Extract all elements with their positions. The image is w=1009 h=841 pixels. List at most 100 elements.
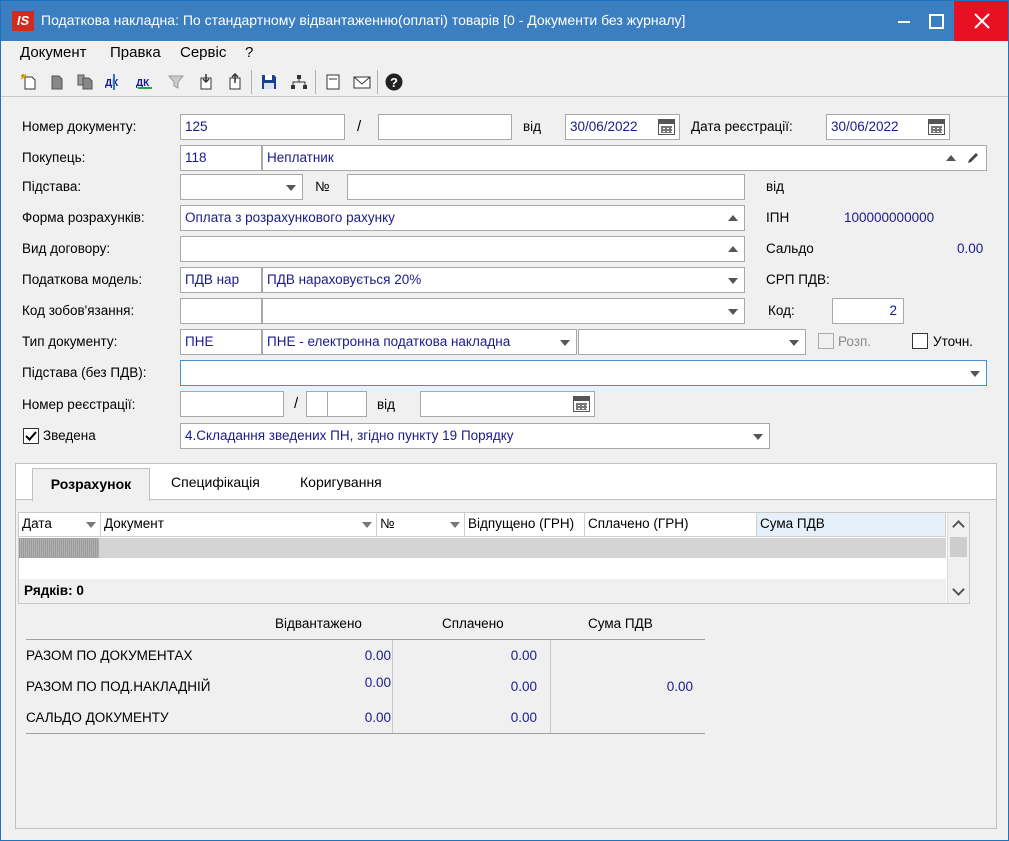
- doc-type-code-input[interactable]: ПНЕ: [180, 329, 262, 355]
- tax-model-code-input[interactable]: ПДВ нар: [180, 267, 262, 293]
- checkmark-icon: [25, 431, 37, 441]
- basis-no-vat-select[interactable]: [180, 360, 987, 386]
- sort-arrow-icon[interactable]: [86, 522, 96, 528]
- row-selector-cell[interactable]: [19, 538, 99, 558]
- scroll-down-icon[interactable]: [952, 583, 965, 596]
- utoch-checkbox[interactable]: [912, 333, 928, 349]
- save-icon: [262, 75, 276, 89]
- scroll-thumb[interactable]: [950, 537, 967, 557]
- column-header-document[interactable]: Документ: [101, 513, 377, 537]
- doc-number-slash: /: [357, 118, 362, 135]
- sort-arrow-icon[interactable]: [450, 522, 460, 528]
- tabs-panel: Розрахунок Специфікація Коригування Дата…: [15, 463, 997, 829]
- column-header-number[interactable]: №: [377, 513, 465, 537]
- basis-no-vat-label: Підстава (без ПДВ):: [22, 365, 147, 380]
- copy-doc2-button[interactable]: [73, 70, 97, 94]
- doc-number-label: Номер документу:: [22, 119, 137, 134]
- dk-button[interactable]: ДК: [101, 70, 125, 94]
- tab-specification[interactable]: Специфікація: [171, 474, 260, 490]
- obligation-label: Код зобов'язання:: [22, 303, 135, 318]
- tax-model-select[interactable]: ПДВ нараховується 20%: [262, 267, 745, 293]
- menu-help[interactable]: ?: [245, 44, 253, 61]
- contract-type-input[interactable]: [180, 236, 745, 262]
- reg-number-part2-input[interactable]: [306, 391, 328, 417]
- close-button[interactable]: [954, 1, 1008, 41]
- calendar-icon[interactable]: [573, 396, 590, 412]
- buyer-name-input[interactable]: Неплатник: [262, 145, 987, 171]
- toolbar-separator: [315, 70, 316, 94]
- expand-up-icon[interactable]: [728, 215, 738, 221]
- chevron-down-icon[interactable]: [753, 434, 763, 440]
- basis-no-input[interactable]: [347, 174, 745, 200]
- app-logo-icon: IS: [12, 11, 34, 31]
- column-header-shipped[interactable]: Відпущено (ГРН): [465, 513, 585, 537]
- chevron-down-icon[interactable]: [728, 309, 738, 315]
- menu-service[interactable]: Сервіс: [180, 44, 226, 61]
- reg-number-input[interactable]: [180, 391, 284, 417]
- expand-up-icon[interactable]: [946, 155, 956, 161]
- scroll-up-icon[interactable]: [952, 520, 965, 533]
- column-header-paid[interactable]: Сплачено (ГРН): [585, 513, 757, 537]
- save-button[interactable]: [257, 70, 281, 94]
- srp-label: СРП ПДВ:: [766, 272, 830, 287]
- tab-correction[interactable]: Коригування: [300, 474, 382, 490]
- doc-date-input[interactable]: 30/06/2022: [565, 114, 680, 140]
- new-doc-button[interactable]: [17, 70, 41, 94]
- basis-label: Підстава:: [22, 179, 82, 194]
- import-button[interactable]: [194, 70, 218, 94]
- totals-column-divider: [392, 640, 393, 734]
- column-header-vat[interactable]: Сума ПДВ: [757, 513, 946, 537]
- rozp-checkbox[interactable]: [818, 333, 834, 349]
- reg-number-date-input[interactable]: [420, 391, 595, 417]
- toolbar-separator: [251, 70, 252, 94]
- chevron-down-icon[interactable]: [970, 371, 980, 377]
- tab-calculation[interactable]: Розрахунок: [32, 468, 150, 501]
- document-form: Номер документу: 125 / від 30/06/2022 Да…: [1, 101, 1008, 463]
- dk2-button[interactable]: ДК: [132, 70, 156, 94]
- reg-date-label: Дата реєстрації:: [691, 119, 793, 134]
- edit-pencil-icon[interactable]: [966, 151, 980, 165]
- payment-form-input[interactable]: Оплата з розрахункового рахунку: [180, 205, 745, 231]
- doc-type-extra-select[interactable]: [578, 329, 806, 355]
- obligation-code-input[interactable]: [180, 298, 262, 324]
- tree-button[interactable]: [287, 70, 311, 94]
- menu-document[interactable]: Документ: [20, 44, 87, 61]
- copy-doc-button[interactable]: [45, 70, 69, 94]
- doc-number-input[interactable]: 125: [180, 114, 345, 140]
- calendar-icon[interactable]: [658, 119, 675, 135]
- doc-date-value: 30/06/2022: [570, 119, 638, 134]
- column-header-date[interactable]: Дата: [19, 513, 101, 537]
- calendar-icon[interactable]: [928, 119, 945, 135]
- mail-button[interactable]: [350, 70, 374, 94]
- kod-input[interactable]: 2: [832, 298, 904, 324]
- doc-type-select[interactable]: ПНЕ - електронна податкова накладна: [262, 329, 577, 355]
- kod-label: Код:: [768, 303, 795, 318]
- expand-up-icon[interactable]: [728, 246, 738, 252]
- dk2-icon: ДК: [136, 78, 152, 89]
- zvedena-checkbox[interactable]: [23, 428, 39, 444]
- doc-number-suffix-input[interactable]: [378, 114, 512, 140]
- export-button[interactable]: [223, 70, 247, 94]
- chevron-down-icon[interactable]: [789, 340, 799, 346]
- chevron-down-icon[interactable]: [728, 278, 738, 284]
- obligation-select[interactable]: [262, 298, 745, 324]
- buyer-code-input[interactable]: 118: [180, 145, 262, 171]
- menu-edit[interactable]: Правка: [110, 44, 161, 61]
- maximize-button[interactable]: [912, 1, 958, 41]
- zvedena-select[interactable]: 4.Складання зведених ПН, згідно пункту 1…: [180, 423, 770, 449]
- chevron-down-icon[interactable]: [286, 185, 296, 191]
- sort-arrow-icon[interactable]: [362, 522, 372, 528]
- toolbar: ДК ДК ?: [1, 67, 1008, 97]
- vertical-scrollbar[interactable]: [947, 513, 969, 603]
- main-window: IS Податкова накладна: По стандартному в…: [0, 0, 1009, 841]
- reg-date-input[interactable]: 30/06/2022: [826, 114, 950, 140]
- buyer-label: Покупець:: [22, 150, 86, 165]
- totals-column-divider: [550, 640, 551, 734]
- table-row[interactable]: [19, 538, 946, 558]
- basis-select[interactable]: [180, 174, 303, 200]
- help-button[interactable]: ?: [382, 70, 406, 94]
- filter-button[interactable]: [164, 70, 188, 94]
- form-button[interactable]: [321, 70, 345, 94]
- reg-number-part3-input[interactable]: [327, 391, 367, 417]
- chevron-down-icon[interactable]: [560, 340, 570, 346]
